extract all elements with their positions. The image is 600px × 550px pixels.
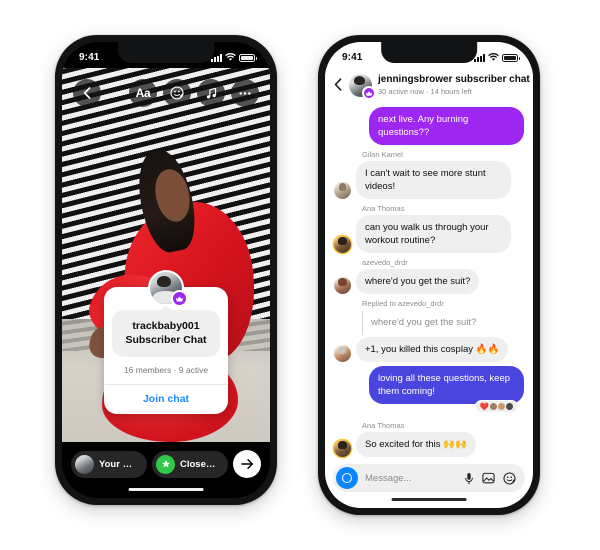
message-row-outgoing: loving all these questions, keep them co…	[334, 366, 524, 404]
message-row: where'd you get the suit?	[334, 269, 524, 294]
text-tool-button[interactable]: Aa	[129, 79, 157, 107]
cellular-bars-icon	[211, 53, 222, 62]
left-phone-screen: 9:41 Aa trackbaby001 Subscriber Chat 16 …	[62, 42, 270, 498]
message-bubble[interactable]: where'd you get the suit?	[356, 269, 480, 294]
chat-title: jenningsbrower subscriber chat	[378, 74, 530, 85]
reply-label: Replied to azevedo_drdr	[362, 299, 444, 308]
avatar[interactable]	[334, 440, 351, 457]
card-chat-label: Subscriber Chat	[125, 334, 207, 346]
avatar[interactable]	[334, 236, 351, 253]
message-bubble[interactable]: can you walk us through your workout rou…	[356, 215, 511, 253]
text-aa-icon: Aa	[135, 86, 151, 100]
message-reactions[interactable]: ❤️	[474, 400, 518, 413]
back-button[interactable]	[334, 77, 343, 94]
message-sender-name: azevedo_drdr	[362, 258, 408, 267]
message-row: can you walk us through your workout rou…	[334, 215, 524, 253]
message-bubble[interactable]: +1, you killed this cosplay 🔥🔥	[356, 337, 509, 362]
status-indicators	[211, 53, 257, 62]
story-back-button[interactable]	[73, 79, 101, 107]
message-row-outgoing: next live. Any burning questions??	[334, 107, 524, 145]
heart-reaction-icon: ❤️	[479, 402, 489, 411]
chat-header-text: jenningsbrower subscriber chat 30 active…	[378, 74, 530, 97]
reactions-row: ❤️	[334, 400, 524, 416]
reactor-avatar-icon	[498, 403, 505, 410]
reactor-avatar-icon	[506, 403, 513, 410]
subscriber-chat-sticker[interactable]: trackbaby001 Subscriber Chat 16 members …	[104, 270, 228, 414]
story-toolbar: Aa	[62, 76, 270, 110]
close-friends-button[interactable]: Close friends	[152, 450, 228, 478]
join-chat-button[interactable]: Join chat	[104, 385, 228, 414]
more-dots-icon	[239, 91, 251, 95]
sticker-tool-button[interactable]	[163, 79, 191, 107]
screenshot-stage: 9:41 Aa trackbaby001 Subscriber Chat 16 …	[0, 0, 600, 550]
status-bar: 9:41	[325, 42, 533, 68]
card-members-meta: 16 members · 9 active	[123, 365, 209, 375]
chevron-left-icon	[334, 77, 342, 91]
wifi-icon	[225, 53, 236, 61]
status-time: 9:41	[342, 52, 363, 63]
message-row: I can't wait to see more stunt videos!	[334, 161, 524, 199]
home-indicator	[391, 497, 467, 501]
message-bubble[interactable]: So excited for this 🙌🙌	[356, 432, 476, 457]
chat-avatar-wrap[interactable]	[349, 74, 376, 100]
message-bubble[interactable]: I can't wait to see more stunt videos!	[356, 161, 511, 199]
left-phone-frame: 9:41 Aa trackbaby001 Subscriber Chat 16 …	[55, 35, 277, 514]
cellular-bars-icon	[474, 53, 485, 62]
message-sender-name: Ana Thomas	[362, 421, 405, 430]
status-time: 9:41	[79, 52, 100, 63]
music-note-icon	[206, 87, 216, 98]
battery-icon	[502, 53, 520, 62]
arrow-right-icon	[240, 458, 253, 470]
avatar[interactable]	[334, 182, 351, 199]
home-indicator	[128, 487, 204, 491]
your-story-label: Your story	[99, 458, 136, 470]
right-phone-frame: 9:41 jenningsbrower subscriber chat 30 a…	[318, 35, 540, 524]
subscriber-crown-icon	[171, 290, 188, 307]
card-title-bubble: trackbaby001 Subscriber Chat	[112, 310, 220, 357]
message-bubble[interactable]: loving all these questions, keep them co…	[369, 366, 524, 404]
reply-quoted-text: where'd you get the suit?	[362, 311, 524, 335]
right-phone-screen: 9:41 jenningsbrower subscriber chat 30 a…	[325, 42, 533, 508]
avatar[interactable]	[334, 345, 351, 362]
chat-message-list[interactable]: next live. Any burning questions?? Gilan…	[325, 103, 533, 462]
more-tool-button[interactable]	[231, 79, 259, 107]
sticker-smiley-icon	[170, 86, 184, 100]
chat-subtitle: 30 active now · 14 hours left	[378, 87, 472, 96]
reactor-avatar-icon	[490, 403, 497, 410]
message-sender-name: Gilan Kamel	[362, 150, 403, 159]
chat-header: jenningsbrower subscriber chat 30 active…	[325, 68, 533, 103]
image-icon[interactable]	[482, 472, 495, 484]
your-story-button[interactable]: Your story	[71, 450, 147, 478]
message-sender-name: Ana Thomas	[362, 204, 405, 213]
close-friends-label: Close friends	[180, 458, 217, 470]
message-input[interactable]: Message...	[365, 473, 457, 484]
microphone-icon[interactable]	[464, 472, 474, 485]
green-star-icon	[156, 454, 175, 474]
subscriber-crown-icon	[362, 86, 376, 100]
avatar	[75, 454, 94, 474]
reply-context: Replied to azevedo_drdr where'd you get …	[362, 299, 524, 335]
sticker-smiley-icon[interactable]	[503, 471, 516, 485]
story-tools: Aa	[129, 79, 259, 107]
chevron-left-icon	[83, 87, 91, 99]
message-row: +1, you killed this cosplay 🔥🔥	[334, 337, 524, 362]
message-row: So excited for this 🙌🙌	[334, 432, 524, 457]
message-bubble[interactable]: next live. Any burning questions??	[369, 107, 524, 145]
message-composer: Message...	[325, 462, 533, 508]
card-username: trackbaby001	[132, 320, 200, 332]
camera-icon[interactable]	[336, 467, 358, 489]
status-bar: 9:41	[62, 42, 270, 68]
battery-icon	[239, 53, 257, 62]
avatar[interactable]	[334, 277, 351, 294]
composer-icons	[464, 471, 516, 485]
message-input-pill[interactable]: Message...	[333, 464, 525, 492]
wifi-icon	[488, 53, 499, 61]
card-avatar-wrap	[148, 270, 188, 307]
status-indicators	[474, 53, 520, 62]
story-send-button[interactable]	[233, 450, 261, 478]
music-tool-button[interactable]	[197, 79, 225, 107]
